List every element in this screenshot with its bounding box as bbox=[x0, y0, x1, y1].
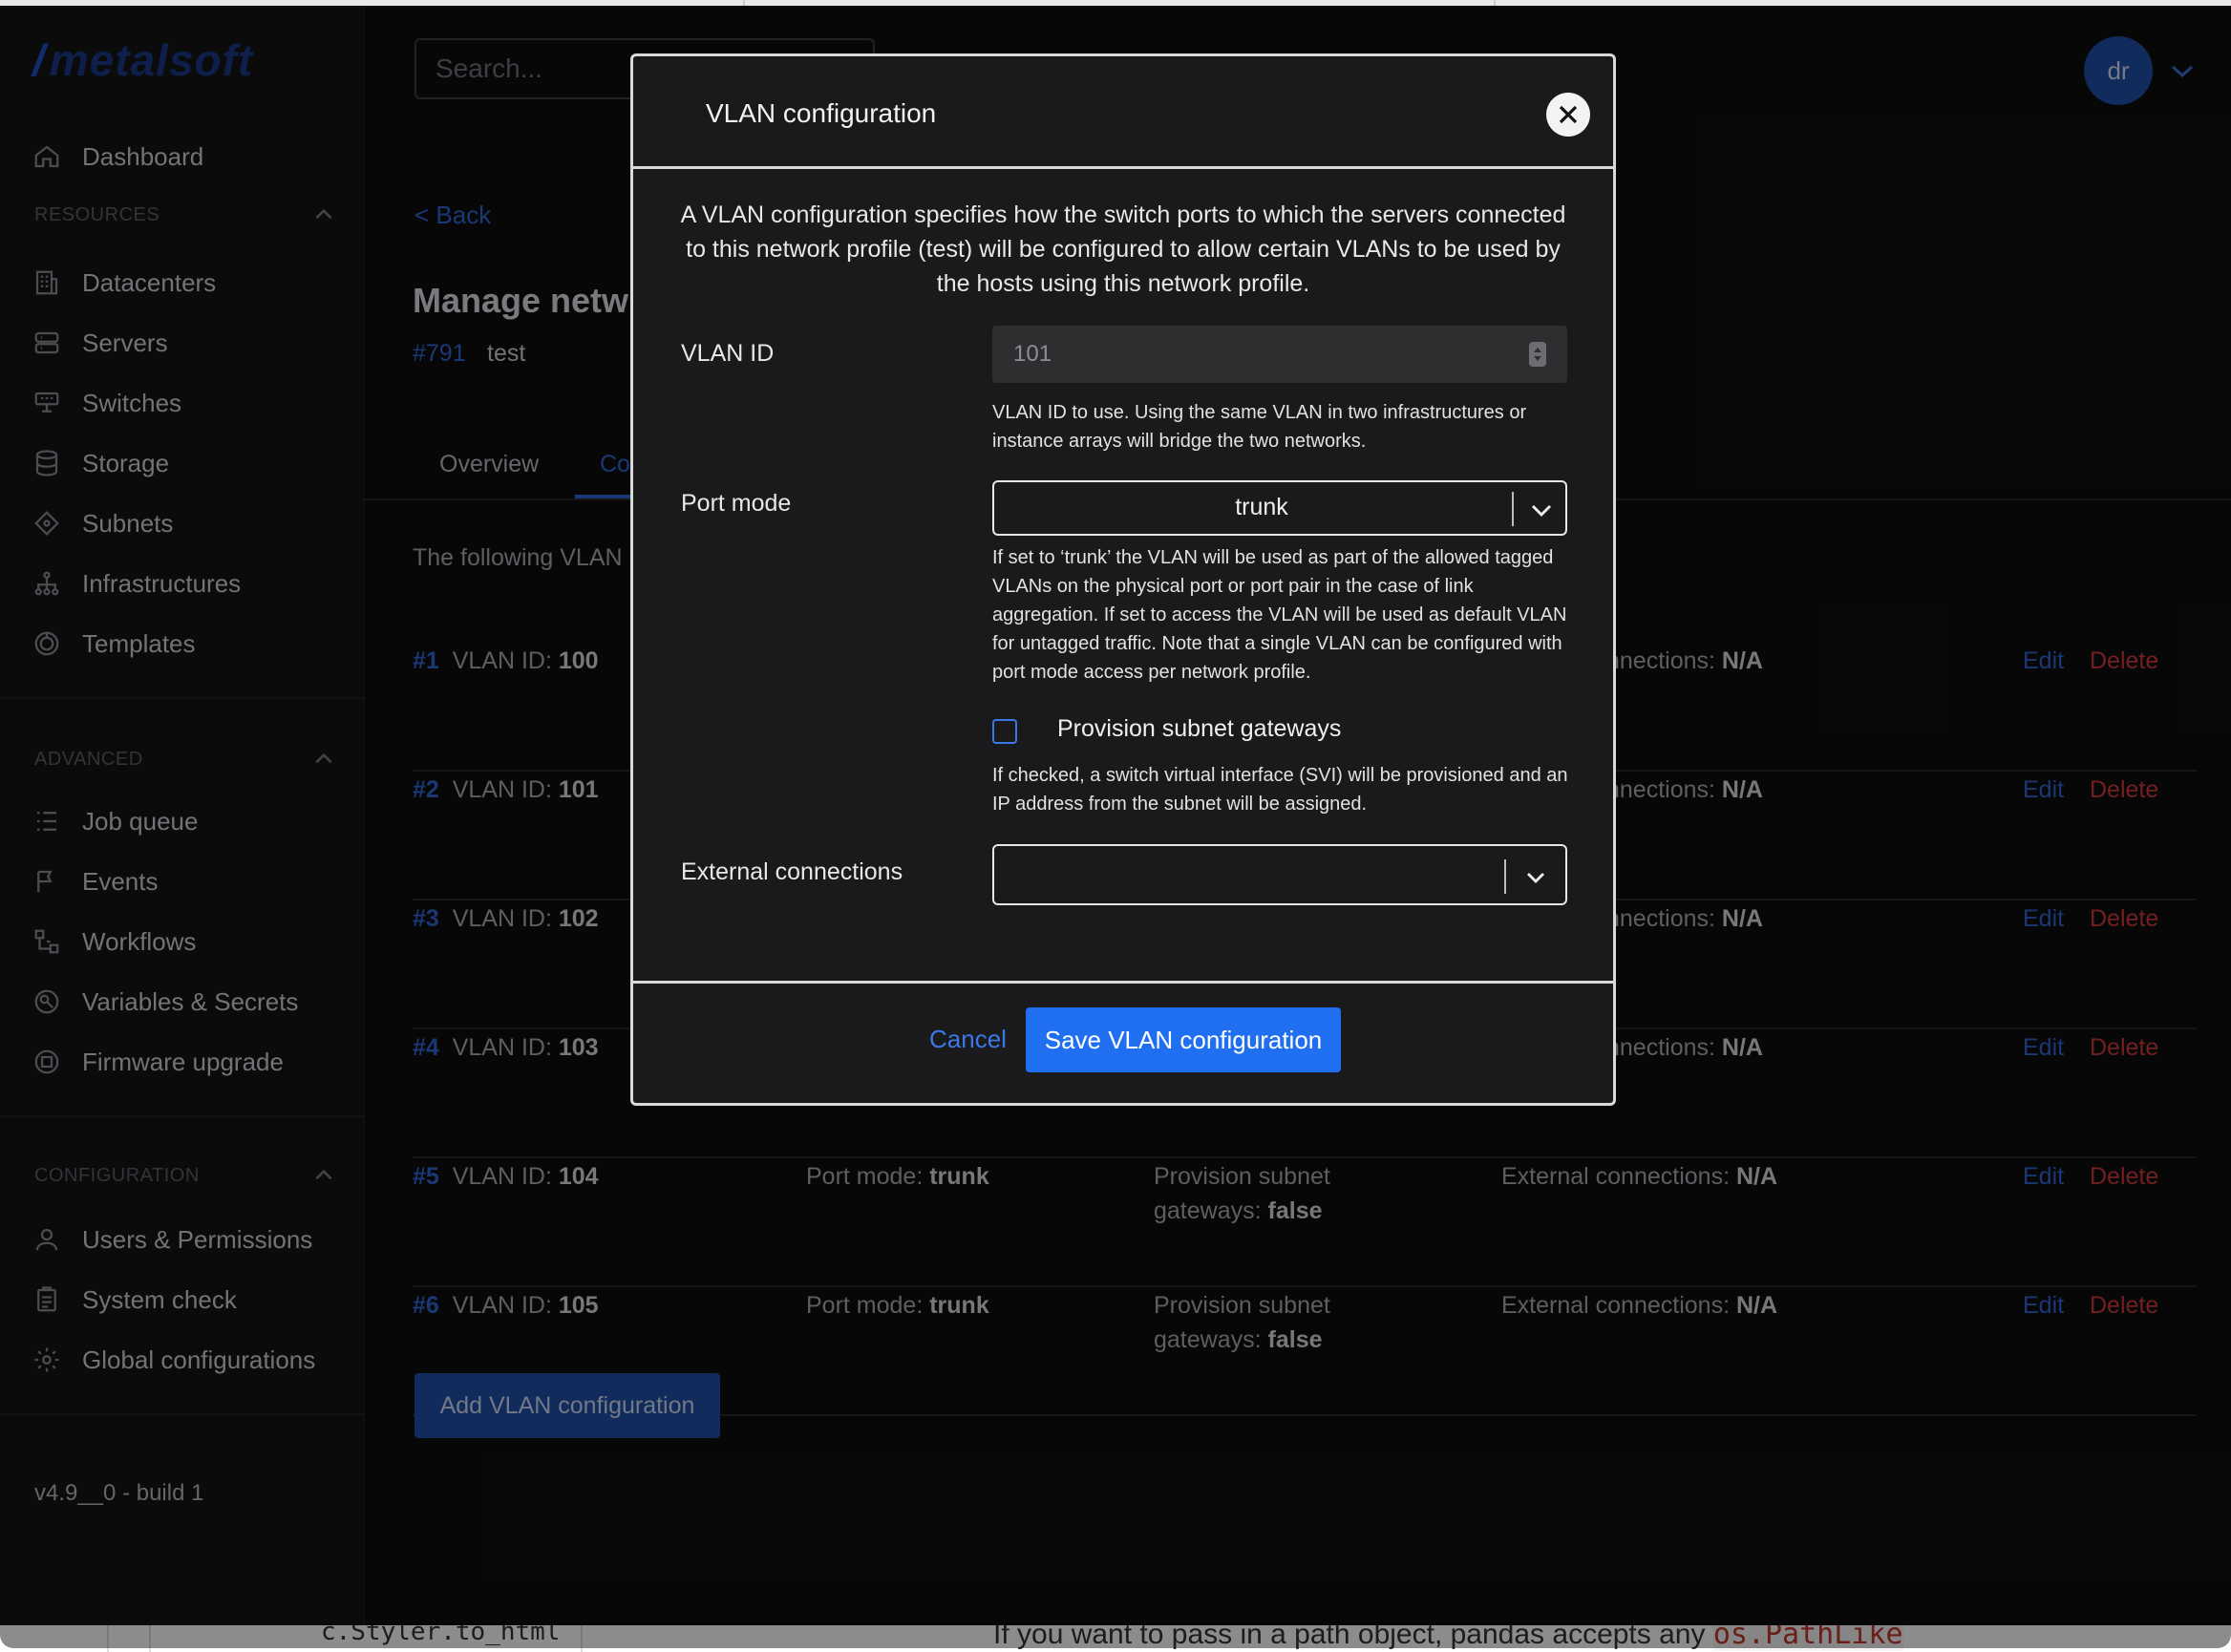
vlan-configuration-dialog: VLAN configuration A VLAN configuration … bbox=[630, 53, 1616, 1106]
spinner-icon[interactable] bbox=[1529, 342, 1546, 367]
chevron-down-icon[interactable] bbox=[1529, 498, 1554, 522]
save-vlan-configuration-button[interactable]: Save VLAN configuration bbox=[1026, 1007, 1341, 1072]
vlan-id-label: VLAN ID bbox=[681, 340, 775, 367]
port-mode-value: trunk bbox=[1235, 494, 1288, 520]
external-connections-select[interactable] bbox=[992, 844, 1567, 905]
provision-subnet-gateways-label[interactable]: Provision subnet gateways bbox=[1057, 715, 1341, 743]
app-window: /metalsoft Dashboard RESOURCES Datacente… bbox=[0, 6, 2231, 1648]
close-icon[interactable] bbox=[1558, 104, 1579, 125]
port-mode-select[interactable]: trunk bbox=[992, 480, 1567, 536]
screen: /metalsoft Dashboard RESOURCES Datacente… bbox=[0, 0, 2231, 1652]
dialog-description: A VLAN configuration specifies how the s… bbox=[680, 201, 1566, 297]
provision-subnet-gateways-checkbox[interactable] bbox=[992, 719, 1017, 744]
chevron-down-icon[interactable] bbox=[1523, 865, 1548, 890]
vlan-id-input[interactable]: 101 bbox=[992, 326, 1567, 383]
dialog-header: VLAN configuration bbox=[633, 56, 1613, 169]
port-mode-label: Port mode bbox=[681, 490, 792, 517]
close-button[interactable] bbox=[1546, 93, 1590, 137]
port-mode-help: If set to ‘trunk’ the VLAN will be used … bbox=[992, 547, 1567, 683]
cancel-button[interactable]: Cancel bbox=[929, 1025, 1007, 1054]
dialog-footer-divider bbox=[633, 981, 1613, 984]
vlan-id-help: VLAN ID to use. Using the same VLAN in t… bbox=[992, 402, 1527, 452]
dialog-title: VLAN configuration bbox=[706, 98, 937, 128]
vlan-id-value: 101 bbox=[1013, 341, 1052, 367]
provision-help: If checked, a switch virtual interface (… bbox=[992, 765, 1568, 815]
external-connections-label: External connections bbox=[681, 858, 903, 885]
